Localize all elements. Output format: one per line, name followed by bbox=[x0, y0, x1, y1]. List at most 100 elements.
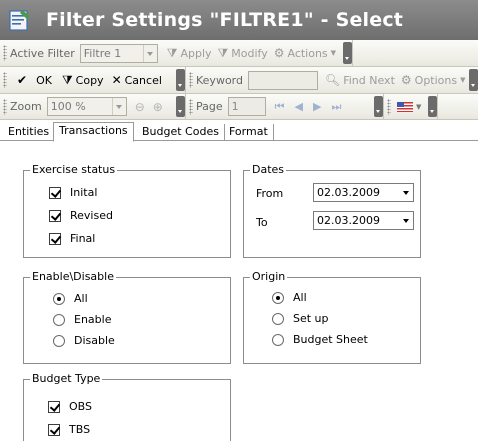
toolbar-grip[interactable] bbox=[3, 72, 7, 88]
modify-button[interactable]: ⧩ Modify bbox=[215, 43, 271, 63]
next-page-icon[interactable]: ▶︎ bbox=[313, 100, 321, 113]
radio-all-origin[interactable]: All bbox=[272, 291, 307, 304]
page-value: 1 bbox=[231, 100, 239, 113]
radio-set-up[interactable]: Set up bbox=[272, 312, 329, 325]
toolbar-grip[interactable] bbox=[189, 72, 193, 88]
keyword-label: Keyword bbox=[196, 73, 243, 87]
checkbox-obs[interactable]: OBS bbox=[48, 400, 92, 413]
filter-toolbar: Active Filter Filtre 1 ⧩ Apply ⧩ Modify … bbox=[0, 40, 353, 66]
page-input[interactable]: 1 bbox=[227, 97, 266, 116]
budget-sheet-radio[interactable] bbox=[272, 333, 284, 346]
toolbar-grip[interactable] bbox=[387, 98, 391, 115]
origin-title: Origin bbox=[250, 270, 288, 283]
set-up-label: Set up bbox=[293, 312, 329, 325]
find-next-button[interactable]: 🔍︎ Find Next bbox=[322, 70, 398, 90]
toolbar-overflow-button[interactable] bbox=[428, 96, 437, 117]
active-filter-value: Filtre 1 bbox=[83, 46, 122, 60]
radio-enable[interactable]: Enable bbox=[53, 313, 111, 326]
chevron-down-icon[interactable] bbox=[111, 98, 126, 115]
options-button[interactable]: ⚙ Options ▼ bbox=[398, 70, 469, 90]
enable-radio[interactable] bbox=[53, 313, 65, 326]
from-date-value: 02.03.2009 bbox=[317, 186, 380, 199]
zoom-out-icon[interactable]: ⊖ bbox=[135, 100, 145, 114]
modify-filter-icon: ⧩ bbox=[217, 46, 229, 60]
from-date-picker[interactable]: 02.03.2009 bbox=[313, 183, 414, 202]
checkbox-final[interactable]: Final bbox=[49, 232, 95, 245]
zoom-value: 100 % bbox=[50, 100, 86, 113]
chevron-down-icon[interactable] bbox=[142, 44, 157, 62]
checkbox-revised[interactable]: Revised bbox=[49, 209, 113, 222]
toolbar-grip[interactable] bbox=[3, 98, 7, 115]
toolbar-overflow-button[interactable] bbox=[343, 42, 352, 64]
gear-icon: ⚙ bbox=[400, 73, 412, 87]
tab-budget-codes[interactable]: Budget Codes bbox=[137, 124, 225, 141]
radio-all-enable[interactable]: All bbox=[53, 292, 88, 305]
toolbar-grip[interactable] bbox=[3, 45, 7, 61]
copy-button-label: Copy bbox=[75, 73, 104, 87]
active-filter-label: Active Filter bbox=[10, 46, 75, 60]
to-date-picker[interactable]: 02.03.2009 bbox=[313, 211, 414, 230]
inital-checkbox[interactable] bbox=[49, 186, 61, 199]
disable-label: Disable bbox=[74, 334, 115, 347]
filter-copy-icon: ⧩ bbox=[61, 73, 73, 87]
window-title: Filter Settings "FILTRE1" - Select bbox=[46, 9, 404, 31]
all-radio[interactable] bbox=[272, 291, 284, 304]
active-filter-select[interactable]: Filtre 1 bbox=[79, 43, 158, 63]
obs-label: OBS bbox=[69, 400, 92, 413]
apply-button-label: Apply bbox=[180, 46, 212, 60]
title-bar: Filter Settings "FILTRE1" - Select bbox=[0, 0, 478, 40]
from-label: From bbox=[256, 187, 284, 200]
chevron-down-icon[interactable] bbox=[399, 184, 413, 201]
flag-icon[interactable] bbox=[397, 101, 413, 112]
revised-checkbox[interactable] bbox=[49, 209, 61, 222]
cancel-button[interactable]: ✕ Cancel bbox=[109, 70, 165, 90]
last-page-icon[interactable]: ⏭︎ bbox=[331, 100, 341, 114]
apply-filter-icon: ⧩ bbox=[166, 46, 178, 60]
tab-format[interactable]: Format bbox=[224, 124, 274, 141]
zoom-select[interactable]: 100 % bbox=[46, 97, 127, 116]
transactions-panel: Exercise status Inital Revised Final Dat… bbox=[0, 142, 478, 441]
obs-checkbox[interactable] bbox=[48, 400, 60, 413]
dates-group: Dates From 02.03.2009 To 02.03.2009 bbox=[243, 163, 421, 258]
budget-type-group: Budget Type OBS TBS bbox=[23, 372, 231, 441]
checkbox-tbs[interactable]: TBS bbox=[48, 423, 90, 436]
ok-button[interactable]: ✔ OK bbox=[14, 70, 55, 90]
tbs-label: TBS bbox=[69, 423, 91, 436]
chevron-down-icon[interactable] bbox=[399, 212, 413, 229]
exercise-status-title: Exercise status bbox=[30, 163, 118, 176]
checkbox-inital[interactable]: Inital bbox=[49, 186, 97, 199]
first-page-icon[interactable]: ⏮︎ bbox=[275, 100, 285, 114]
toolbar-grip[interactable] bbox=[189, 98, 193, 115]
previous-page-icon[interactable]: ◀︎ bbox=[295, 100, 303, 113]
toolbar-overflow-button[interactable] bbox=[176, 69, 185, 91]
toolbar-overflow-button[interactable] bbox=[469, 69, 478, 91]
toolbar-row-3: Zoom 100 % ⊖ ⊕ Page 1 ⏮︎ ◀︎ ▶︎ ⏭︎ ▼ bbox=[0, 94, 478, 120]
tab-entities[interactable]: Entities bbox=[3, 124, 56, 141]
actions-button[interactable]: ⚙ Actions ▼ bbox=[271, 43, 339, 63]
apply-button[interactable]: ⧩ Apply bbox=[164, 43, 215, 63]
zoom-label: Zoom bbox=[10, 100, 42, 113]
keyword-input[interactable] bbox=[247, 70, 318, 90]
tab-transactions[interactable]: Transactions bbox=[53, 122, 134, 142]
radio-disable[interactable]: Disable bbox=[53, 334, 115, 347]
chevron-down-icon[interactable]: ▼ bbox=[416, 103, 421, 111]
chevron-down-icon: ▼ bbox=[330, 49, 337, 57]
cancel-button-label: Cancel bbox=[124, 73, 162, 87]
all-label: All bbox=[74, 292, 88, 305]
toolbar-row-1: Active Filter Filtre 1 ⧩ Apply ⧩ Modify … bbox=[0, 40, 478, 67]
copy-button[interactable]: ⧩ Copy bbox=[59, 70, 107, 90]
actions-button-label: Actions bbox=[287, 46, 328, 60]
final-checkbox[interactable] bbox=[49, 232, 61, 245]
toolbar-row-2: ✔ OK ⧩ Copy ✕ Cancel Keyword 🔍︎ Find Nex… bbox=[0, 67, 478, 94]
tbs-checkbox[interactable] bbox=[48, 423, 60, 436]
to-label: To bbox=[256, 216, 268, 229]
toolbar-overflow-button[interactable] bbox=[374, 96, 383, 117]
radio-budget-sheet[interactable]: Budget Sheet bbox=[272, 333, 368, 346]
toolbar-overflow-button[interactable] bbox=[176, 96, 185, 117]
all-radio[interactable] bbox=[53, 292, 65, 305]
dialog-toolbar: ✔ OK ⧩ Copy ✕ Cancel bbox=[0, 67, 186, 93]
search-toolbar: Keyword 🔍︎ Find Next ⚙ Options ▼ bbox=[186, 67, 478, 93]
zoom-in-icon[interactable]: ⊕ bbox=[153, 100, 163, 114]
set-up-radio[interactable] bbox=[272, 312, 284, 325]
disable-radio[interactable] bbox=[53, 334, 65, 347]
